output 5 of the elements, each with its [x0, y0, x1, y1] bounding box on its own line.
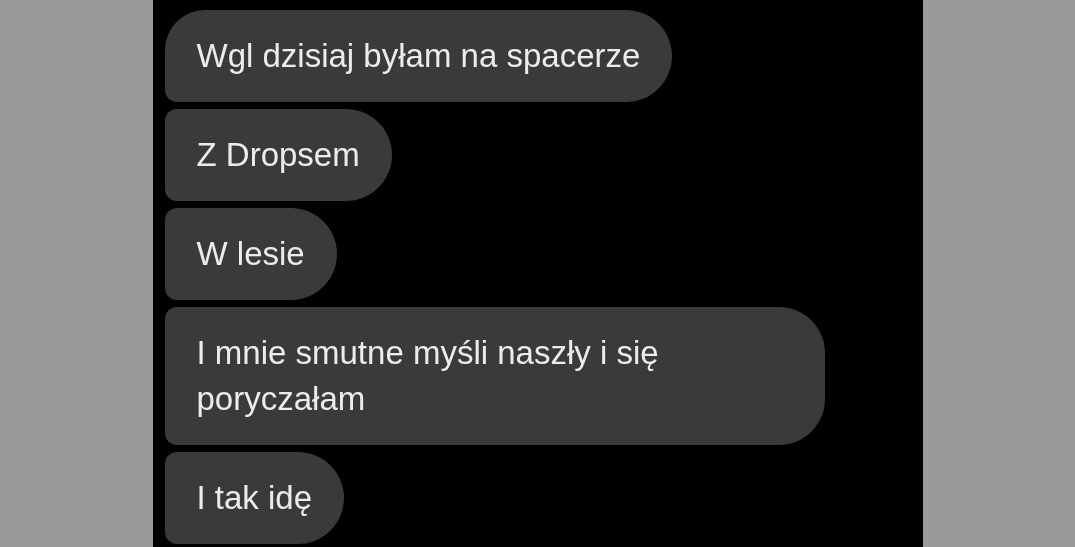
message-bubble: I tak idę	[164, 452, 345, 544]
message-bubble: Z Dropsem	[164, 109, 392, 201]
message-bubble: W lesie	[164, 208, 337, 300]
message-bubble: I mnie smutne myśli naszły i się poryczałam	[164, 307, 825, 445]
message-bubble: Wgl dzisiaj byłam na spacerze	[164, 10, 673, 102]
